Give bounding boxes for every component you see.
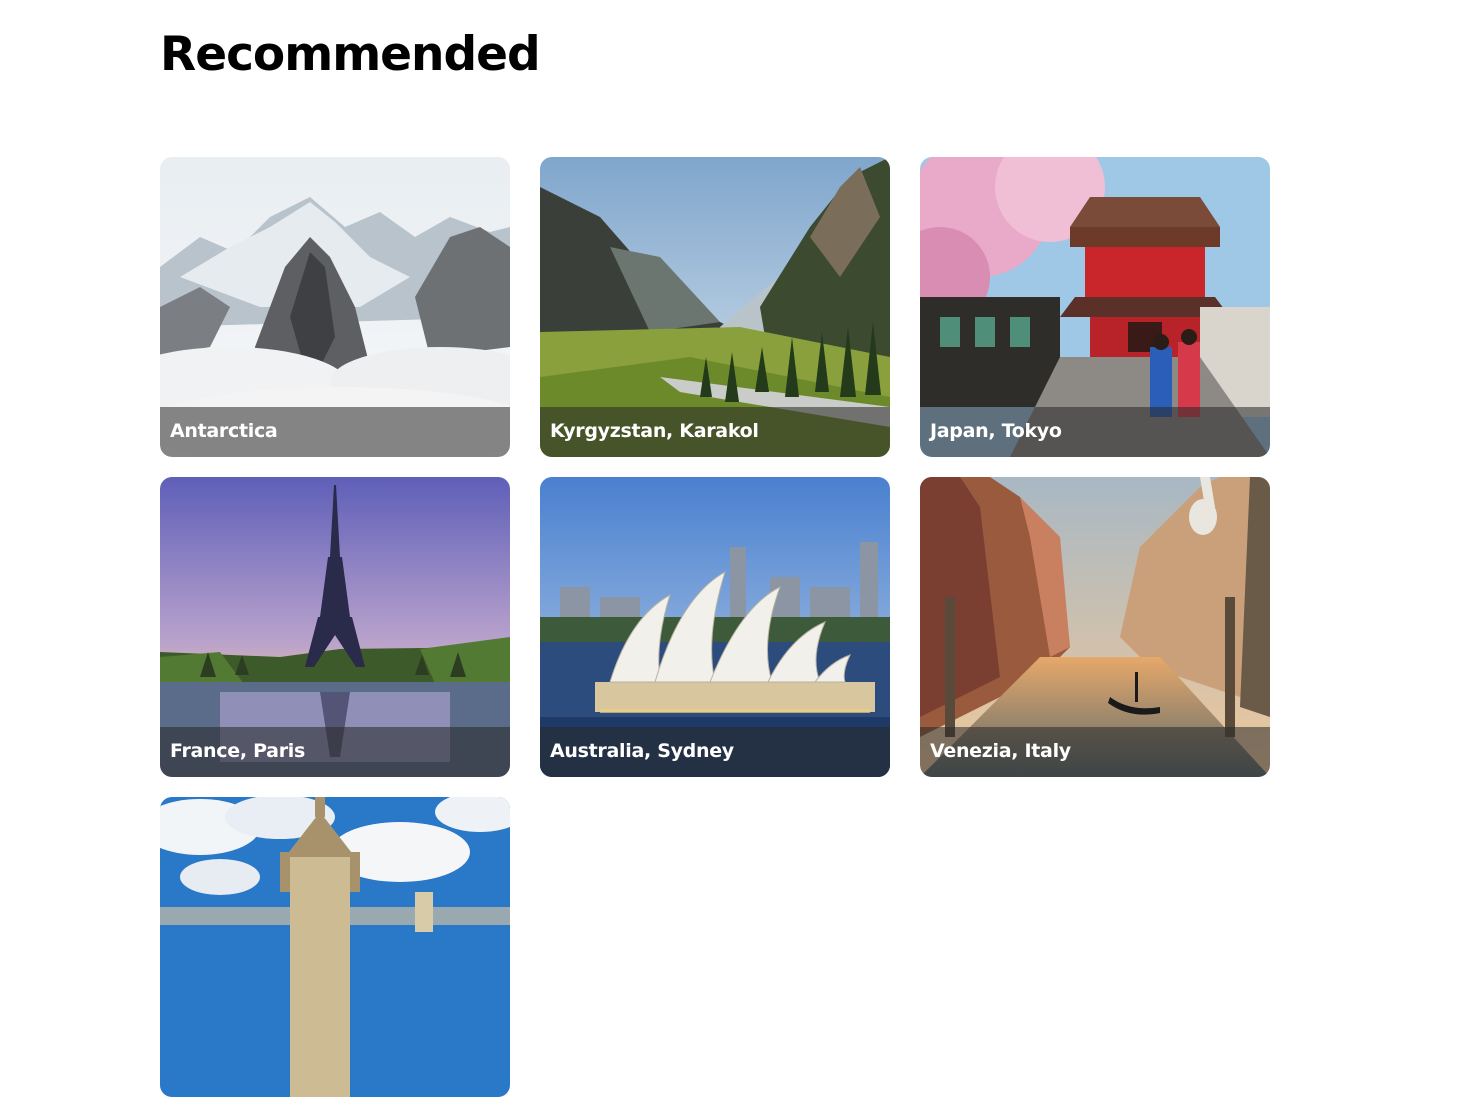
page-title: Recommended	[160, 27, 541, 82]
destination-card-venezia-italy[interactable]: Venezia, Italy	[920, 477, 1270, 777]
destination-label: Australia, Sydney	[540, 727, 890, 777]
destination-label: Kyrgyzstan, Karakol	[540, 407, 890, 457]
destination-image	[160, 797, 510, 1097]
destination-card-france-paris[interactable]: France, Paris	[160, 477, 510, 777]
destination-label: Japan, Tokyo	[920, 407, 1270, 457]
destination-label: Venezia, Italy	[920, 727, 1270, 777]
destination-label: Antarctica	[160, 407, 510, 457]
destination-card-australia-sydney[interactable]: Australia, Sydney	[540, 477, 890, 777]
destination-card-tower-bridge[interactable]	[160, 797, 510, 1097]
destination-label: France, Paris	[160, 727, 510, 777]
destination-card-kyrgyzstan-karakol[interactable]: Kyrgyzstan, Karakol	[540, 157, 890, 457]
destination-card-japan-tokyo[interactable]: Japan, Tokyo	[920, 157, 1270, 457]
destination-card-antarctica[interactable]: Antarctica	[160, 157, 510, 457]
